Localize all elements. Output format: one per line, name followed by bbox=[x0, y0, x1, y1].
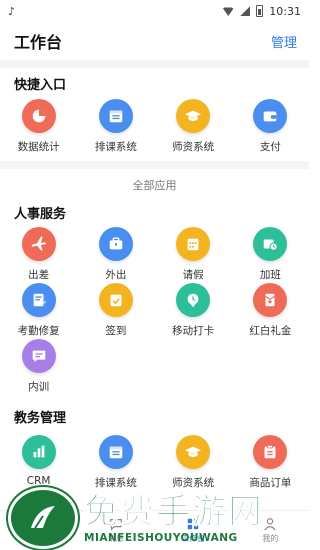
bar-chart-icon bbox=[21, 435, 56, 469]
divider bbox=[0, 60, 309, 68]
overtime-icon bbox=[253, 227, 288, 261]
quick-item-label: 数据统计 bbox=[17, 141, 60, 153]
hr-item-label: 考勤修复 bbox=[17, 325, 60, 337]
tab-workbench[interactable]: 工作台 bbox=[155, 511, 232, 550]
edu-item-orders[interactable]: 商品订单 bbox=[232, 435, 309, 490]
hr-item-label: 外出 bbox=[105, 269, 127, 281]
hr-item-label: 内训 bbox=[28, 381, 50, 393]
edu-item-label: 商品订单 bbox=[249, 477, 292, 489]
edu-section-title: 教务管理 bbox=[14, 410, 67, 426]
pie-chart-icon bbox=[21, 99, 56, 133]
quick-item-teachers[interactable]: 师资系统 bbox=[155, 99, 232, 161]
page-title: 工作台 bbox=[14, 33, 63, 52]
hr-item-label: 红白礼金 bbox=[249, 325, 292, 337]
hr-item-check-in[interactable]: 签到 bbox=[77, 283, 154, 339]
signal-icon bbox=[240, 6, 251, 16]
edu-item-teachers[interactable]: 师资系统 bbox=[155, 435, 232, 490]
edu-item-crm[interactable]: CRM bbox=[0, 435, 77, 490]
graduation-cap-icon bbox=[176, 99, 211, 133]
location-clock-icon bbox=[176, 283, 211, 317]
tab-mine[interactable]: 我的 bbox=[232, 511, 309, 550]
tab-label: 工作台 bbox=[181, 534, 206, 543]
quick-item-data-stats[interactable]: 数据统计 bbox=[0, 99, 77, 161]
wifi-icon bbox=[222, 7, 235, 16]
hr-item-label: 加班 bbox=[259, 269, 281, 281]
hr-item-mobile-clock-in[interactable]: 移动打卡 bbox=[155, 283, 232, 339]
hr-item-label: 移动打卡 bbox=[172, 325, 215, 337]
calendar-icon bbox=[176, 227, 211, 261]
manage-button[interactable]: 管理 bbox=[271, 32, 297, 51]
edu-grid: CRM 排课系统 师资系统 商品订单 bbox=[0, 431, 309, 490]
briefcase-icon bbox=[98, 227, 133, 261]
attendance-repair-icon bbox=[21, 283, 56, 317]
tab-label: 我的 bbox=[262, 534, 279, 543]
status-time: 10:31 bbox=[269, 4, 301, 18]
tab-label: 首页 bbox=[30, 534, 47, 543]
red-envelope-icon bbox=[253, 283, 288, 317]
hr-item-label: 签到 bbox=[105, 325, 127, 337]
quick-entry-title: 快捷入口 bbox=[14, 78, 67, 93]
chat-icon bbox=[21, 339, 56, 373]
quick-item-payment[interactable]: 支付 bbox=[232, 99, 309, 161]
graduation-cap-icon bbox=[176, 435, 211, 469]
edu-item-scheduling[interactable]: 排课系统 bbox=[77, 435, 154, 490]
hr-item-gift-money[interactable]: 红白礼金 bbox=[232, 283, 309, 339]
airplane-icon bbox=[21, 227, 56, 261]
hr-item-training[interactable]: 内训 bbox=[0, 339, 77, 395]
home-icon bbox=[32, 517, 45, 530]
workbench-icon bbox=[187, 518, 199, 530]
edu-item-label: 排课系统 bbox=[94, 477, 137, 489]
edu-item-label: 师资系统 bbox=[172, 477, 215, 489]
schedule-icon bbox=[98, 435, 133, 469]
tab-home[interactable]: 首页 bbox=[0, 511, 77, 550]
check-in-icon bbox=[98, 283, 133, 317]
hr-item-overtime[interactable]: 加班 bbox=[232, 227, 309, 283]
edu-item-label: CRM bbox=[26, 475, 51, 487]
hr-item-business-trip[interactable]: 出差 bbox=[0, 227, 77, 283]
hr-section-title: 人事服务 bbox=[14, 206, 67, 222]
notification-icon: ♪ bbox=[8, 4, 16, 18]
battery-icon bbox=[256, 5, 264, 17]
quick-item-label: 支付 bbox=[259, 141, 281, 153]
quick-entry-grid: 数据统计 排课系统 师资系统 支付 bbox=[0, 99, 309, 161]
all-apps-label: 全部应用 bbox=[132, 179, 177, 192]
quick-item-scheduling[interactable]: 排课系统 bbox=[77, 99, 154, 161]
bottom-tab-bar: 首页 消息 工作台 我的 bbox=[0, 510, 309, 550]
wallet-icon bbox=[253, 99, 288, 133]
quick-item-label: 师资系统 bbox=[172, 141, 215, 153]
hr-item-label: 请假 bbox=[182, 269, 204, 281]
divider bbox=[0, 161, 309, 169]
hr-item-attendance-repair[interactable]: 考勤修复 bbox=[0, 283, 77, 339]
hr-item-going-out[interactable]: 外出 bbox=[77, 227, 154, 283]
hr-item-leave[interactable]: 请假 bbox=[155, 227, 232, 283]
tab-label: 消息 bbox=[107, 534, 124, 543]
quick-item-label: 排课系统 bbox=[94, 141, 137, 153]
hr-grid: 出差 外出 请假 加班 考勤修复 签到 移动打卡 红白礼金 内训 bbox=[0, 223, 309, 395]
message-icon bbox=[110, 519, 122, 531]
tab-messages[interactable]: 消息 bbox=[77, 511, 154, 550]
user-icon bbox=[264, 518, 277, 531]
schedule-icon bbox=[98, 99, 133, 133]
status-bar: ♪ 10:31 bbox=[0, 0, 309, 22]
hr-item-label: 出差 bbox=[28, 269, 50, 281]
order-icon bbox=[253, 435, 288, 469]
header: 工作台 管理 bbox=[0, 22, 309, 60]
